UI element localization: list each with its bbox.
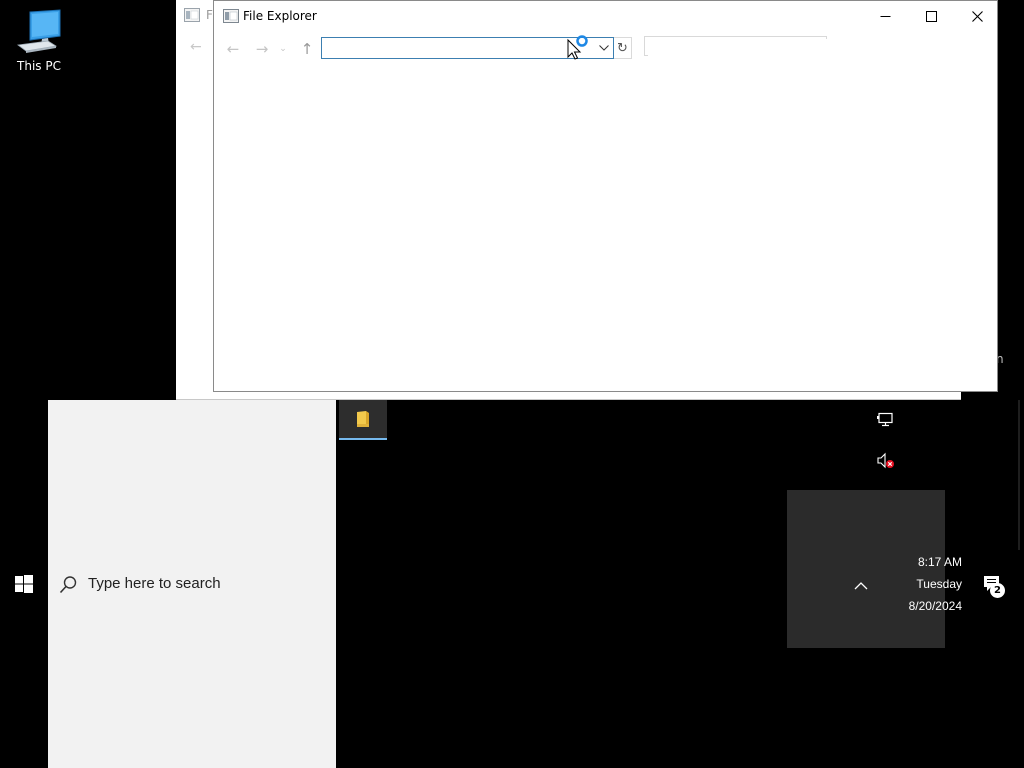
folder-icon	[357, 411, 369, 427]
maximize-button[interactable]	[908, 1, 954, 31]
refresh-button[interactable]: ↻	[614, 37, 632, 59]
recent-locations-button[interactable]: ⌄	[276, 38, 290, 60]
windows-logo-icon	[15, 575, 33, 593]
maximize-icon	[925, 10, 937, 22]
close-icon	[971, 10, 983, 22]
action-center-button[interactable]: 2	[980, 574, 1008, 600]
taskbar-search-box[interactable]: Type here to search	[48, 400, 336, 768]
chevron-down-icon	[599, 45, 609, 51]
file-explorer-window[interactable]: File Explorer ← → ⌄ ↑ ↻	[213, 0, 998, 392]
minimize-button[interactable]	[862, 1, 908, 31]
desktop: This PC F ← n File Explorer ← → ⌄ ↑ ↻ Ty…	[0, 0, 1024, 768]
start-button[interactable]	[14, 574, 36, 596]
search-box[interactable]	[644, 36, 827, 57]
busy-cursor-icon	[567, 35, 588, 60]
window-title: File Explorer	[243, 9, 317, 23]
volume-tray-button[interactable]	[876, 452, 896, 474]
chevron-up-icon	[854, 582, 868, 590]
close-button[interactable]	[954, 1, 1000, 31]
taskbar-file-explorer-button[interactable]	[339, 400, 387, 440]
volume-muted-icon	[877, 452, 894, 469]
address-input[interactable]	[324, 39, 572, 57]
background-window-title: F	[206, 8, 213, 22]
background-back-icon: ←	[190, 39, 202, 55]
clock-day[interactable]: Tuesday	[890, 577, 962, 591]
clock-time[interactable]: 8:17 AM	[890, 555, 962, 569]
tray-overflow-flyout	[787, 490, 945, 648]
show-hidden-icons-button[interactable]	[853, 577, 869, 596]
forward-button[interactable]: →	[251, 38, 273, 60]
address-dropdown-button[interactable]	[595, 38, 613, 58]
window-icon	[223, 9, 239, 23]
monitor-icon	[16, 9, 61, 53]
show-desktop-edge[interactable]	[1018, 400, 1020, 550]
back-button[interactable]: ←	[222, 38, 244, 60]
network-tray-button[interactable]	[876, 412, 896, 432]
search-icon	[59, 576, 77, 594]
taskbar-search-placeholder: Type here to search	[88, 575, 221, 592]
up-button[interactable]: ↑	[296, 38, 318, 60]
notification-count-badge: 2	[990, 583, 1005, 598]
search-input[interactable]	[648, 39, 827, 57]
desktop-icon-label: This PC	[17, 59, 61, 73]
clock-date[interactable]: 8/20/2024	[890, 599, 962, 613]
desktop-icon-this-pc[interactable]: This PC	[8, 8, 70, 78]
network-icon	[877, 412, 893, 427]
minimize-icon	[880, 15, 890, 17]
window-icon	[184, 8, 200, 22]
